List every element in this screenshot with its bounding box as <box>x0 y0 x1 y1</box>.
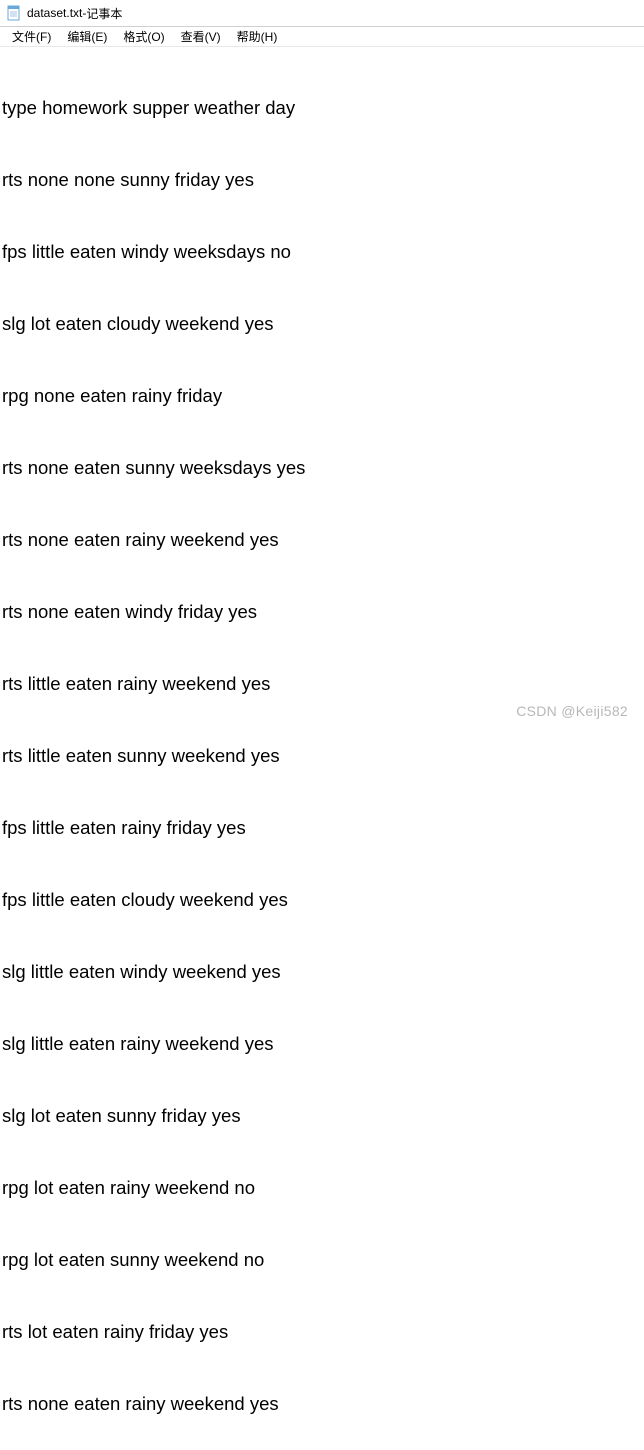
text-area[interactable]: type homework supper weather day rts non… <box>0 47 644 1450</box>
text-line: fps little eaten rainy friday yes <box>2 816 642 840</box>
text-line: slg lot eaten sunny friday yes <box>2 1104 642 1128</box>
text-line: rts none eaten rainy weekend yes <box>2 1392 642 1416</box>
text-line: rts none eaten rainy weekend yes <box>2 528 642 552</box>
menu-view[interactable]: 查看(V) <box>173 27 229 46</box>
menubar: 文件(F) 编辑(E) 格式(O) 查看(V) 帮助(H) <box>0 27 644 47</box>
text-line: rts lot eaten rainy friday yes <box>2 1320 642 1344</box>
text-line: slg lot eaten cloudy weekend yes <box>2 312 642 336</box>
menu-help[interactable]: 帮助(H) <box>229 27 286 46</box>
notepad-icon <box>6 5 22 21</box>
text-line: rpg lot eaten rainy weekend no <box>2 1176 642 1200</box>
menu-file[interactable]: 文件(F) <box>4 27 59 46</box>
text-line: rts little eaten sunny weekend yes <box>2 744 642 768</box>
watermark: CSDN @Keiji582 <box>516 703 628 719</box>
text-line: type homework supper weather day <box>2 96 642 120</box>
title-filename: dataset.txt <box>27 6 82 20</box>
text-line: slg little eaten rainy weekend yes <box>2 1032 642 1056</box>
menu-edit[interactable]: 编辑(E) <box>59 27 115 46</box>
text-line: rts none eaten windy friday yes <box>2 600 642 624</box>
title-appname: 记事本 <box>86 5 122 22</box>
text-line: rts none none sunny friday yes <box>2 168 642 192</box>
text-line: rpg lot eaten sunny weekend no <box>2 1248 642 1272</box>
menu-format[interactable]: 格式(O) <box>115 27 172 46</box>
titlebar: dataset.txt - 记事本 <box>0 0 644 27</box>
text-line: rpg none eaten rainy friday <box>2 384 642 408</box>
text-line: rts little eaten rainy weekend yes <box>2 672 642 696</box>
text-line: fps little eaten cloudy weekend yes <box>2 888 642 912</box>
text-line: fps little eaten windy weeksdays no <box>2 240 642 264</box>
text-line: rts none eaten sunny weeksdays yes <box>2 456 642 480</box>
text-line: slg little eaten windy weekend yes <box>2 960 642 984</box>
